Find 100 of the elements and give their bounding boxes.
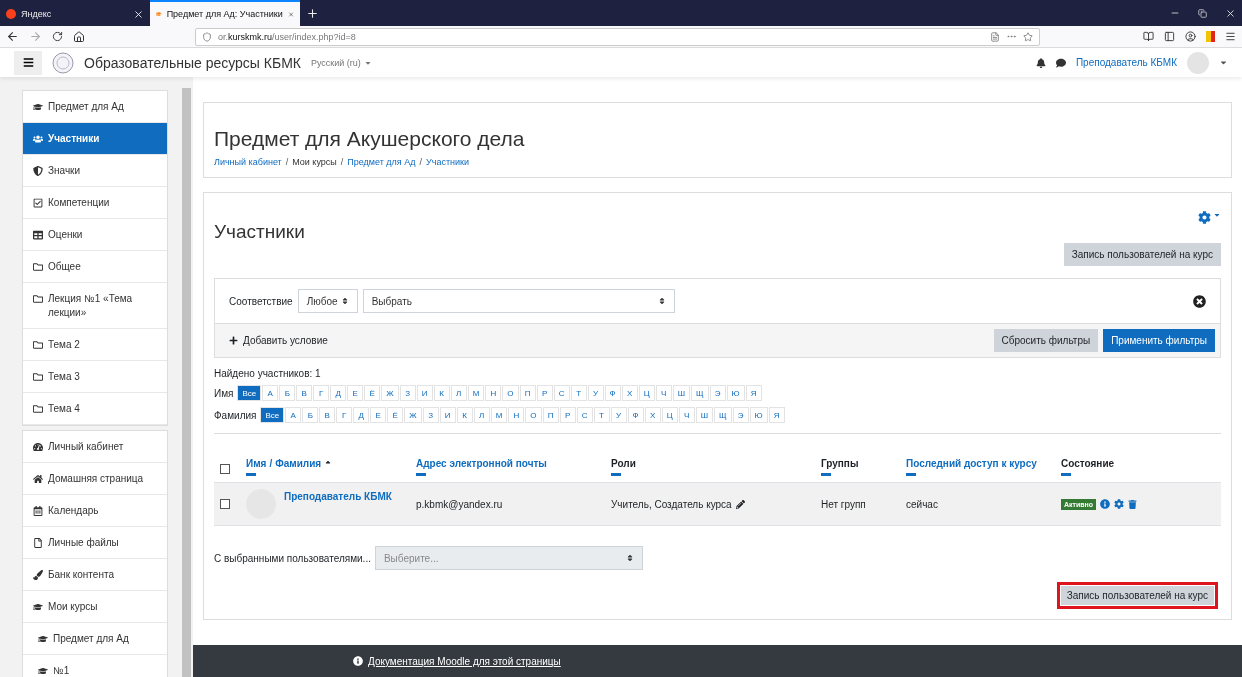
caret-icon[interactable]	[1219, 58, 1228, 67]
initial-filter[interactable]: Я	[768, 407, 785, 423]
initial-filter[interactable]: Д	[353, 407, 370, 423]
initial-filter[interactable]: Ю	[749, 407, 768, 423]
add-condition-link[interactable]: Добавить условие	[243, 335, 328, 346]
filter-select[interactable]: Выбрать	[362, 289, 675, 313]
close-icon[interactable]	[133, 8, 144, 20]
initial-filter[interactable]: Е	[347, 385, 364, 401]
remove-icon[interactable]	[1193, 294, 1206, 308]
scrollbar[interactable]	[182, 88, 191, 677]
initial-filter[interactable]: Ё	[387, 407, 404, 423]
sort-link[interactable]: Фамилия	[275, 458, 322, 469]
initial-filter[interactable]: О	[525, 407, 542, 423]
sidebar-icon[interactable]	[1164, 31, 1175, 42]
initial-filter[interactable]: Э	[732, 407, 749, 423]
initial-filter[interactable]: Ц	[638, 385, 655, 401]
initial-filter[interactable]: Л	[450, 385, 467, 401]
initial-filter[interactable]: Р	[536, 385, 553, 401]
initial-filter[interactable]: Ф	[604, 385, 621, 401]
initial-filter[interactable]: О	[502, 385, 519, 401]
bookmark-icon[interactable]	[1206, 31, 1215, 42]
user-menu[interactable]: Преподаватель КБМК	[1075, 57, 1177, 68]
initial-filter[interactable]: А	[262, 385, 279, 401]
initial-filter[interactable]: Ч	[655, 385, 672, 401]
chat-icon[interactable]	[1055, 57, 1066, 68]
initial-filter[interactable]: Б	[302, 407, 319, 423]
initial-filter[interactable]: К	[433, 385, 450, 401]
breadcrumb-item[interactable]: Личный кабинет	[214, 157, 282, 167]
initial-filter[interactable]: Д	[330, 385, 347, 401]
bell-icon[interactable]	[1035, 57, 1046, 68]
sort-link[interactable]: Имя	[246, 458, 267, 469]
initial-filter[interactable]: Х	[644, 407, 661, 423]
checkbox[interactable]	[220, 464, 230, 474]
initial-filter[interactable]: П	[519, 385, 536, 401]
reload-icon[interactable]	[52, 31, 63, 42]
initial-filter[interactable]: Л	[473, 407, 490, 423]
initial-filter[interactable]: Н	[508, 407, 525, 423]
initial-filter[interactable]: Ч	[678, 407, 695, 423]
star-icon[interactable]	[1023, 31, 1033, 42]
initial-filter[interactable]: Е	[370, 407, 387, 423]
initial-filter[interactable]: С	[553, 385, 570, 401]
initial-filter[interactable]: Все	[237, 385, 262, 401]
initial-filter[interactable]: М	[467, 385, 485, 401]
back-icon[interactable]	[6, 30, 19, 43]
new-tab-icon[interactable]	[306, 6, 319, 20]
close-icon[interactable]	[1225, 7, 1236, 19]
initial-filter[interactable]: М	[490, 407, 508, 423]
initial-filter[interactable]: Р	[559, 407, 576, 423]
home-icon[interactable]	[73, 30, 85, 43]
initial-filter[interactable]: А	[285, 407, 302, 423]
user-link[interactable]: Преподаватель КБМК	[284, 489, 392, 502]
info-icon[interactable]	[1100, 499, 1111, 509]
initial-filter[interactable]: Т	[593, 407, 610, 423]
initial-filter[interactable]: Э	[709, 385, 726, 401]
initial-filter[interactable]: Щ	[691, 385, 709, 401]
initial-filter[interactable]: И	[439, 407, 456, 423]
enrol-button[interactable]: Запись пользователей на курс	[1063, 243, 1221, 266]
checkbox[interactable]	[220, 499, 230, 509]
initial-filter[interactable]: В	[319, 407, 336, 423]
browser-tab[interactable]: Яндекс	[0, 0, 150, 26]
menu-button[interactable]	[14, 50, 42, 75]
settings-icon[interactable]	[1198, 211, 1211, 224]
bulk-action-select[interactable]: Выберите...	[374, 546, 643, 570]
sort-link[interactable]: Адрес электронной почты	[416, 458, 611, 469]
initial-filter[interactable]: В	[296, 385, 313, 401]
initial-filter[interactable]: Х	[621, 385, 638, 401]
initial-filter[interactable]: Г	[313, 385, 330, 401]
library-icon[interactable]	[1143, 31, 1154, 42]
initial-filter[interactable]: Ю	[726, 385, 745, 401]
browser-tab[interactable]: Предмет для Ад: Участники	[150, 0, 300, 26]
caret-icon[interactable]	[1213, 211, 1221, 219]
initial-filter[interactable]: З	[422, 407, 439, 423]
initial-filter[interactable]: Ш	[672, 385, 690, 401]
initial-filter[interactable]: И	[416, 385, 433, 401]
initial-filter[interactable]: Все	[260, 407, 285, 423]
initial-filter[interactable]: Ш	[695, 407, 713, 423]
reset-filters-button[interactable]: Сбросить фильтры	[993, 329, 1099, 352]
breadcrumb-item[interactable]: Мои курсы	[292, 157, 337, 167]
apply-filters-button[interactable]: Применить фильтры	[1103, 329, 1215, 352]
initial-filter[interactable]: Я	[745, 385, 762, 401]
initial-filter[interactable]: П	[542, 407, 559, 423]
settings-icon[interactable]	[1114, 499, 1125, 509]
initial-filter[interactable]: У	[610, 407, 627, 423]
initial-filter[interactable]: Щ	[714, 407, 732, 423]
initial-filter[interactable]: Ж	[381, 385, 399, 401]
initial-filter[interactable]: Ф	[627, 407, 644, 423]
initial-filter[interactable]: С	[576, 407, 593, 423]
reader-icon[interactable]	[990, 31, 1000, 42]
match-select[interactable]: Любое	[297, 289, 358, 313]
language-menu[interactable]: Русский (ru)	[310, 57, 372, 68]
initial-filter[interactable]: Ц	[661, 407, 678, 423]
initial-filter[interactable]: Н	[485, 385, 502, 401]
account-icon[interactable]	[1185, 31, 1196, 42]
sidebar-item[interactable]: Участники	[23, 123, 167, 155]
initial-filter[interactable]: Ё	[364, 385, 381, 401]
initial-filter[interactable]: Т	[570, 385, 587, 401]
initial-filter[interactable]: Ж	[404, 407, 422, 423]
restore-icon[interactable]	[1198, 8, 1207, 18]
trash-icon[interactable]	[1128, 499, 1138, 509]
initial-filter[interactable]: У	[587, 385, 604, 401]
